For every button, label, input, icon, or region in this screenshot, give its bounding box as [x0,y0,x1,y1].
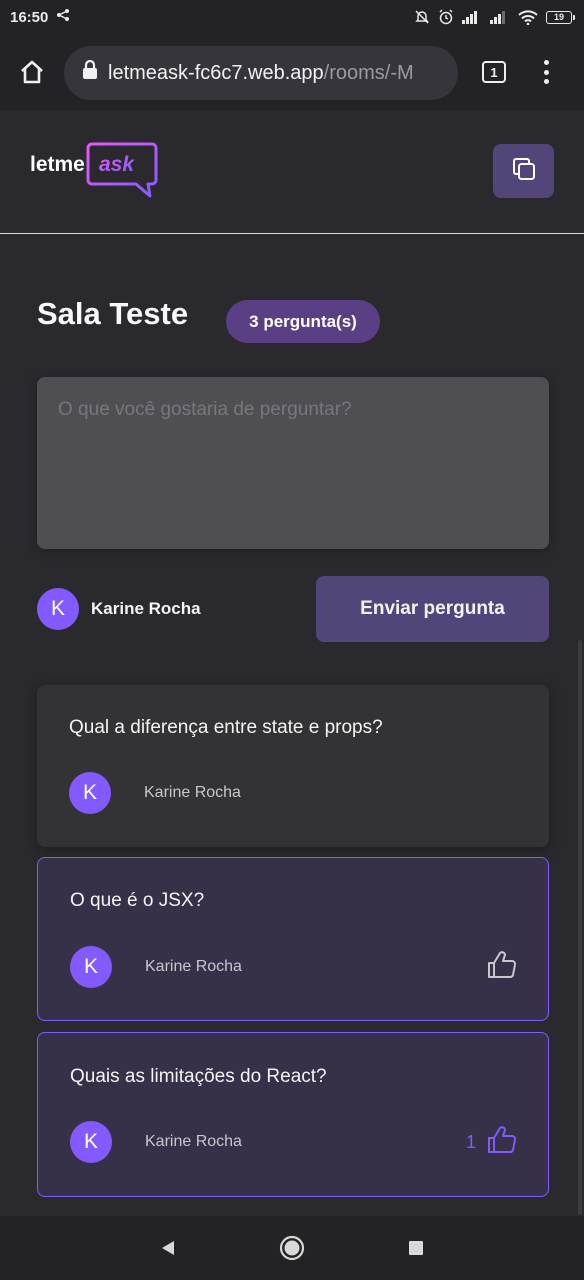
send-question-button[interactable]: Enviar pergunta [316,576,549,642]
thumbs-up-icon [486,949,518,986]
alarm-icon [438,9,454,25]
status-time: 16:50 [10,8,49,26]
copy-room-code-button[interactable] [493,144,554,198]
share-icon [56,8,70,26]
status-bar: 16:50 19 [0,0,584,34]
mute-icon [414,9,430,25]
author-name: Karine Rocha [145,1133,242,1150]
question-author: K Karine Rocha [69,772,241,814]
question-author: K Karine Rocha [70,1121,242,1163]
question-text: Quais as limitações do React? [70,1066,327,1087]
navigation-bar [0,1216,584,1280]
signal-icon [490,10,510,24]
avatar: K [70,1121,112,1163]
like-button[interactable] [476,949,518,986]
author-name: Karine Rocha [144,784,241,801]
question-card: O que é o JSX? K Karine Rocha [37,857,549,1021]
logo-text-letme: letme [30,153,85,176]
copy-icon [511,156,537,187]
avatar: K [37,588,79,630]
letmeask-logo: letme ask [30,140,160,206]
wifi-icon [518,9,538,25]
signal-icon [462,10,482,24]
author-name: Karine Rocha [145,958,242,975]
lock-icon [82,59,98,86]
avatar: K [69,772,111,814]
question-count-badge: 3 pergunta(s) [226,300,380,343]
question-textarea[interactable] [37,377,549,549]
tabs-button[interactable]: 1 [482,61,506,83]
logo-text-ask: ask [99,153,135,176]
back-icon[interactable] [148,1228,188,1268]
url-path: /rooms/-M [323,61,414,84]
home-nav-icon[interactable] [272,1228,312,1268]
like-button[interactable]: 1 [466,1124,518,1161]
recents-icon[interactable] [396,1228,436,1268]
app-header: letme ask [0,110,584,234]
url-domain: letmeask-fc6c7.web.app [108,61,324,84]
browser-toolbar: letmeask-fc6c7.web.app/rooms/-M 1 [0,34,584,110]
question-text: Qual a diferença entre state e props? [69,717,383,738]
thumbs-up-icon [486,1124,518,1161]
scrollbar[interactable] [578,640,582,1215]
home-icon[interactable] [0,34,64,110]
question-author: K Karine Rocha [70,946,242,988]
more-menu-icon[interactable] [534,56,558,88]
battery-icon: 19 [546,10,575,24]
address-bar[interactable]: letmeask-fc6c7.web.app/rooms/-M [64,46,458,100]
user-name: Karine Rocha [91,599,201,618]
question-card: Quais as limitações do React? K Karine R… [37,1032,549,1197]
question-card: Qual a diferença entre state e props? K … [37,685,549,847]
like-count: 1 [465,1131,476,1152]
question-text: O que é o JSX? [70,890,205,911]
room-title: Sala Teste [37,296,189,331]
avatar: K [70,946,112,988]
current-user: K Karine Rocha [37,588,201,630]
